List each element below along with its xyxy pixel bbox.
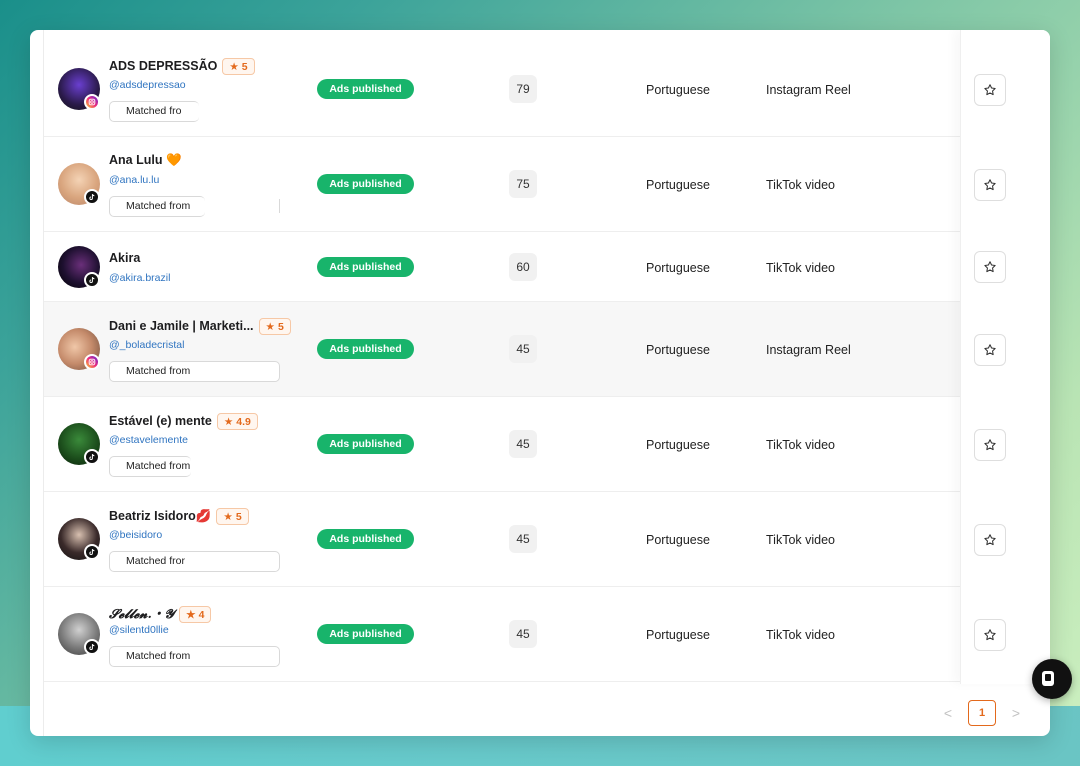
status-badge: Ads published — [317, 339, 414, 359]
pagination-next-button[interactable]: > — [1006, 700, 1026, 726]
ads-count: 79 — [509, 75, 537, 103]
tiktok-icon — [84, 544, 100, 560]
chip-mask — [210, 648, 276, 666]
star-outline-icon — [984, 179, 996, 191]
content-format: TikTok video — [766, 628, 836, 642]
tiktok-icon — [84, 272, 100, 288]
creator-handle[interactable]: @silentd0llie — [109, 624, 169, 636]
ads-count: 45 — [509, 620, 537, 648]
language: Portuguese — [646, 261, 710, 275]
ads-count: 45 — [509, 430, 537, 458]
language: Portuguese — [646, 533, 710, 547]
language: Portuguese — [646, 343, 710, 357]
content-format: Instagram Reel — [766, 83, 851, 97]
creator-handle[interactable]: @_boladecristal — [109, 339, 184, 351]
rating-badge: ★ 4 — [179, 606, 212, 623]
creator-handle[interactable]: @estavelemente — [109, 434, 188, 446]
matched-from-chip[interactable]: Matched from — [109, 646, 280, 667]
table-row[interactable]: ADS DEPRESSÃO ★ 5 @adsdepressao Matched fr… — [44, 42, 1050, 137]
tiktok-icon — [84, 189, 100, 205]
matched-from-chip[interactable]: Matched fro — [109, 101, 199, 122]
content-format: TikTok video — [766, 533, 836, 547]
rating-badge: ★ 5 — [216, 508, 249, 525]
table-row[interactable]: Beatriz Isidoro💋 ★ 5 @beisidoro Matched fr… — [44, 492, 1050, 587]
creator-handle[interactable]: @adsdepressao — [109, 79, 186, 91]
content-format: TikTok video — [766, 261, 836, 275]
favorite-button[interactable] — [974, 429, 1006, 461]
ads-count: 75 — [509, 170, 537, 198]
ads-count: 45 — [509, 525, 537, 553]
table-row[interactable]: Ana Lulu 🧡 @ana.lu.lu Matched from Ads p… — [44, 137, 1050, 232]
matched-from-chip[interactable]: Matched from — [109, 196, 205, 217]
star-outline-icon — [984, 84, 996, 96]
table-row[interactable]: Dani e Jamile | Marketi... ★ 5 @_boladecri… — [44, 302, 1050, 397]
language: Portuguese — [646, 628, 710, 642]
star-outline-icon — [984, 629, 996, 641]
content-format: TikTok video — [766, 438, 836, 452]
rating-star-icon: ★ — [186, 608, 196, 621]
favorite-button[interactable] — [974, 524, 1006, 556]
content-format: Instagram Reel — [766, 343, 851, 357]
creator-handle[interactable]: @akira.brazil — [109, 272, 170, 284]
star-outline-icon — [984, 344, 996, 356]
status-badge: Ads published — [317, 434, 414, 454]
table-row[interactable]: 𝓢𝓮𝓵𝓵𝓮𝓷.・𝓨 ★ 4 @silentd0llie Matched from A… — [44, 587, 1050, 682]
rating-star-icon: ★ — [223, 415, 234, 428]
rating-badge: ★ 4.9 — [216, 413, 258, 430]
language: Portuguese — [646, 83, 710, 97]
instagram-icon — [84, 94, 100, 110]
star-outline-icon — [984, 439, 996, 451]
content-format: TikTok video — [766, 178, 836, 192]
creator-name[interactable]: Estável (e) mente ★ 4.9 — [109, 413, 258, 430]
creator-name[interactable]: Beatriz Isidoro💋 ★ 5 — [109, 508, 249, 525]
language: Portuguese — [646, 438, 710, 452]
favorite-button[interactable] — [974, 74, 1006, 106]
language: Portuguese — [646, 178, 710, 192]
creator-name[interactable]: Akira — [109, 251, 140, 265]
favorite-button[interactable] — [974, 251, 1006, 283]
favorite-button[interactable] — [974, 334, 1006, 366]
star-outline-icon — [984, 534, 996, 546]
creator-name[interactable]: ADS DEPRESSÃO ★ 5 — [109, 58, 255, 75]
rating-star-icon: ★ — [229, 60, 239, 73]
creators-table-card: ADS DEPRESSÃO ★ 5 @adsdepressao Matched fr… — [30, 30, 1050, 736]
chip-edge — [279, 199, 280, 213]
status-badge: Ads published — [317, 624, 414, 644]
rating-badge: ★ 5 — [222, 58, 255, 75]
chat-launcher-button[interactable] — [1032, 659, 1072, 699]
table-row[interactable]: Akira @akira.brazil Ads published 60 Por… — [44, 232, 1050, 302]
matched-from-chip[interactable]: Matched fror — [109, 551, 280, 572]
pagination-page-1[interactable]: 1 — [968, 700, 996, 726]
status-badge: Ads published — [317, 257, 414, 277]
heart-emoji: 🧡 — [165, 153, 182, 167]
creator-name[interactable]: Dani e Jamile | Marketi... ★ 5 — [109, 318, 291, 335]
star-outline-icon — [984, 261, 996, 273]
status-badge: Ads published — [317, 529, 414, 549]
favorite-button[interactable] — [974, 619, 1006, 651]
ads-count: 60 — [509, 253, 537, 281]
table-row[interactable]: Estável (e) mente ★ 4.9 @estavelemente Mat… — [44, 397, 1050, 492]
instagram-icon — [84, 354, 100, 370]
creator-handle[interactable]: @ana.lu.lu — [109, 174, 159, 186]
creator-handle[interactable]: @beisidoro — [109, 529, 162, 541]
ads-count: 45 — [509, 335, 537, 363]
rating-star-icon: ★ — [223, 510, 233, 523]
creator-name[interactable]: Ana Lulu 🧡 — [109, 153, 182, 168]
status-badge: Ads published — [317, 174, 414, 194]
tiktok-icon — [84, 639, 100, 655]
favorite-button[interactable] — [974, 169, 1006, 201]
pagination-prev-button[interactable]: < — [938, 700, 958, 726]
tiktok-icon — [84, 449, 100, 465]
matched-from-chip[interactable]: Matched from — [109, 361, 280, 382]
matched-from-chip[interactable]: Matched from — [109, 456, 191, 477]
status-badge: Ads published — [317, 79, 414, 99]
chip-mask — [194, 363, 276, 381]
chip-mask — [204, 553, 276, 571]
rating-star-icon: ★ — [265, 320, 275, 333]
rating-badge: ★ 5 — [258, 318, 291, 335]
lips-emoji: 💋 — [195, 508, 212, 523]
creator-name[interactable]: 𝓢𝓮𝓵𝓵𝓮𝓷.・𝓨 ★ 4 — [109, 603, 212, 623]
chat-icon — [1042, 671, 1054, 686]
